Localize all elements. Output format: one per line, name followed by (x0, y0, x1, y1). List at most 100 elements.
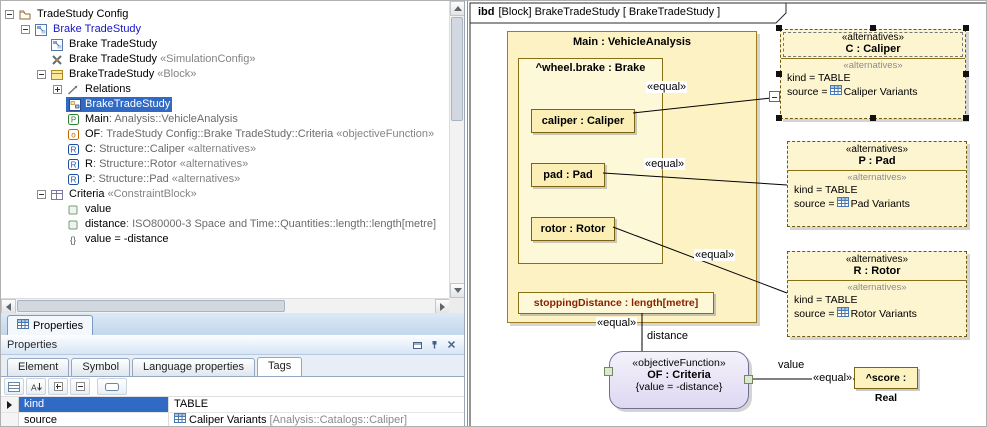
sort-alphabetically-button[interactable]: A (26, 378, 46, 395)
field-icon (105, 383, 119, 391)
tree-item-braketradestudy-block[interactable]: BrakeTradeStudy«Block» (1, 67, 449, 82)
tree-item-of-objective[interactable]: o OF : TradeStudy Config::Brake TradeStu… (1, 127, 449, 142)
collapse-icon[interactable] (5, 10, 14, 19)
selection-handle[interactable] (776, 115, 782, 121)
alternatives-caliper-block[interactable]: «alternatives» C : Caliper «alternatives… (780, 29, 966, 119)
custom-filter-button[interactable] (97, 378, 127, 395)
selection-handle[interactable] (963, 115, 969, 121)
collapse-icon[interactable] (37, 190, 46, 199)
equal-connector-label[interactable]: «equal» (646, 81, 687, 93)
table-row-kind[interactable]: kind TABLE (1, 397, 464, 413)
properties-dock-tab[interactable]: Properties (7, 315, 93, 335)
tree-vertical-scrollbar[interactable] (449, 1, 464, 298)
rotor-part[interactable]: rotor : Rotor (531, 217, 615, 241)
part-property-icon: P (66, 114, 80, 125)
value-connector-label[interactable]: value (777, 359, 805, 371)
selection-handle[interactable] (870, 115, 876, 121)
tag-value-cell[interactable]: Caliper Variants [Analysis::Catalogs::Ca… (169, 413, 464, 427)
tree-item-main-part[interactable]: P Main : Analysis::VehicleAnalysis (1, 112, 449, 127)
tab-symbol[interactable]: Symbol (71, 358, 130, 376)
svg-text:R: R (70, 146, 76, 155)
selection-handle[interactable] (776, 25, 782, 31)
equal-connector-label[interactable]: «equal» (694, 249, 735, 261)
equal-connector-label[interactable]: «equal» (812, 372, 853, 384)
tree-item-braketradestudy-selected[interactable]: BrakeTradeStudy (1, 97, 449, 112)
equal-connector-label[interactable]: «equal» (596, 317, 637, 329)
expand-icon[interactable] (53, 85, 62, 94)
tree-item-constraint-expression[interactable]: {} value = -distance (1, 232, 449, 247)
tree-item-distance[interactable]: distance : ISO80000-3 Space and Time::Qu… (1, 217, 449, 232)
scroll-right-button[interactable] (435, 299, 450, 313)
objective-property-icon: o (66, 129, 80, 140)
diagram-frame-header[interactable]: ibd[Block] BrakeTradeStudy [ BrakeTradeS… (478, 6, 720, 18)
tab-language-properties[interactable]: Language properties (132, 358, 255, 376)
selection-handle[interactable] (776, 71, 782, 77)
package-folder-icon (18, 9, 32, 20)
tree-item-tradestudy-config[interactable]: TradeStudy Config (1, 7, 449, 22)
alternatives-pad-block[interactable]: «alternatives» P : Pad «alternatives» ki… (787, 141, 967, 227)
selection-handle[interactable] (963, 71, 969, 77)
tags-tab-content: A kind TABLE source Caliper Variants (1, 376, 464, 427)
tab-element[interactable]: Element (7, 358, 69, 376)
float-button[interactable] (410, 338, 424, 352)
source-tag-line: source = Caliper Variants (781, 84, 965, 98)
main-vehicleanalysis-block[interactable]: Main : VehicleAnalysis ^wheel.brake : Br… (507, 31, 757, 323)
source-tag-line: source = Pad Variants (788, 196, 966, 210)
tree-item-simulation-config[interactable]: Brake TradeStudy«SimulationConfig» (1, 52, 449, 67)
constraint-parameter-port[interactable] (604, 367, 613, 376)
diagram-pane[interactable]: Main : VehicleAnalysis ^wheel.brake : Br… (467, 1, 987, 427)
distance-connector-label[interactable]: distance (646, 330, 689, 342)
table-row-source[interactable]: source Caliper Variants [Analysis::Catal… (1, 413, 464, 427)
tree-item-value[interactable]: value (1, 202, 449, 217)
pad-part[interactable]: pad : Pad (531, 163, 605, 187)
down-arrow-icon (454, 288, 462, 293)
tag-name-cell[interactable]: source (19, 413, 169, 427)
tree-item-c-caliper[interactable]: R C : Structure::Caliper«alternatives» (1, 142, 449, 157)
row-selector[interactable] (1, 413, 19, 427)
stopping-distance-value[interactable]: stoppingDistance : length[metre] (518, 292, 714, 314)
categorized-view-button[interactable] (4, 378, 24, 395)
stereotype-label: «alternatives» (788, 254, 966, 265)
wheel-brake-part[interactable]: ^wheel.brake : Brake caliper : Caliper p… (518, 58, 663, 264)
tags-table: kind TABLE source Caliper Variants [Anal… (1, 397, 464, 427)
equal-connector-label[interactable]: «equal» (644, 158, 685, 170)
collapse-icon[interactable] (21, 25, 30, 34)
tree-horizontal-scrollbar[interactable] (1, 298, 450, 313)
scroll-down-button[interactable] (450, 283, 465, 298)
tree-item-criteria[interactable]: Criteria«ConstraintBlock» (1, 187, 449, 202)
braces-icon: {} (66, 234, 80, 245)
tree-item-p-pad[interactable]: R P : Structure::Pad«alternatives» (1, 172, 449, 187)
collapse-all-button[interactable] (70, 378, 90, 395)
constraint-parameter-port[interactable] (744, 375, 753, 384)
expand-all-button[interactable] (48, 378, 68, 395)
collapse-compartment-button[interactable] (769, 91, 780, 102)
tab-tags[interactable]: Tags (257, 357, 302, 376)
up-arrow-icon (454, 6, 462, 11)
svg-text:R: R (70, 176, 76, 185)
relations-icon (66, 84, 80, 96)
table-icon (174, 413, 186, 427)
score-value-property[interactable]: ^score : Real (854, 367, 918, 389)
scroll-left-button[interactable] (1, 299, 16, 313)
scroll-thumb[interactable] (451, 17, 463, 121)
tag-value-cell[interactable]: TABLE (169, 397, 464, 412)
alternatives-rotor-block[interactable]: «alternatives» R : Rotor «alternatives» … (787, 251, 967, 337)
svg-text:R: R (70, 161, 76, 170)
tree-item-r-rotor[interactable]: R R : Structure::Rotor«alternatives» (1, 157, 449, 172)
close-button[interactable] (444, 338, 458, 352)
selection-handle[interactable] (963, 25, 969, 31)
tag-name-cell[interactable]: kind (19, 397, 169, 412)
scroll-thumb[interactable] (17, 300, 285, 312)
tree-item-brake-tradestudy-diagram[interactable]: Brake TradeStudy (1, 37, 449, 52)
caliper-part[interactable]: caliper : Caliper (531, 109, 635, 133)
scroll-up-button[interactable] (450, 1, 465, 16)
constraint-name: OF : Criteria (610, 369, 748, 381)
collapse-icon[interactable] (37, 70, 46, 79)
objective-function-constraint[interactable]: «objectiveFunction» OF : Criteria {value… (609, 351, 749, 409)
row-selector[interactable] (1, 397, 19, 412)
tree-item-brake-tradestudy[interactable]: Brake TradeStudy (1, 22, 449, 37)
selection-handle[interactable] (870, 25, 876, 31)
tree-item-relations[interactable]: Relations (1, 82, 449, 97)
table-icon (837, 197, 849, 210)
pin-button[interactable] (427, 338, 441, 352)
